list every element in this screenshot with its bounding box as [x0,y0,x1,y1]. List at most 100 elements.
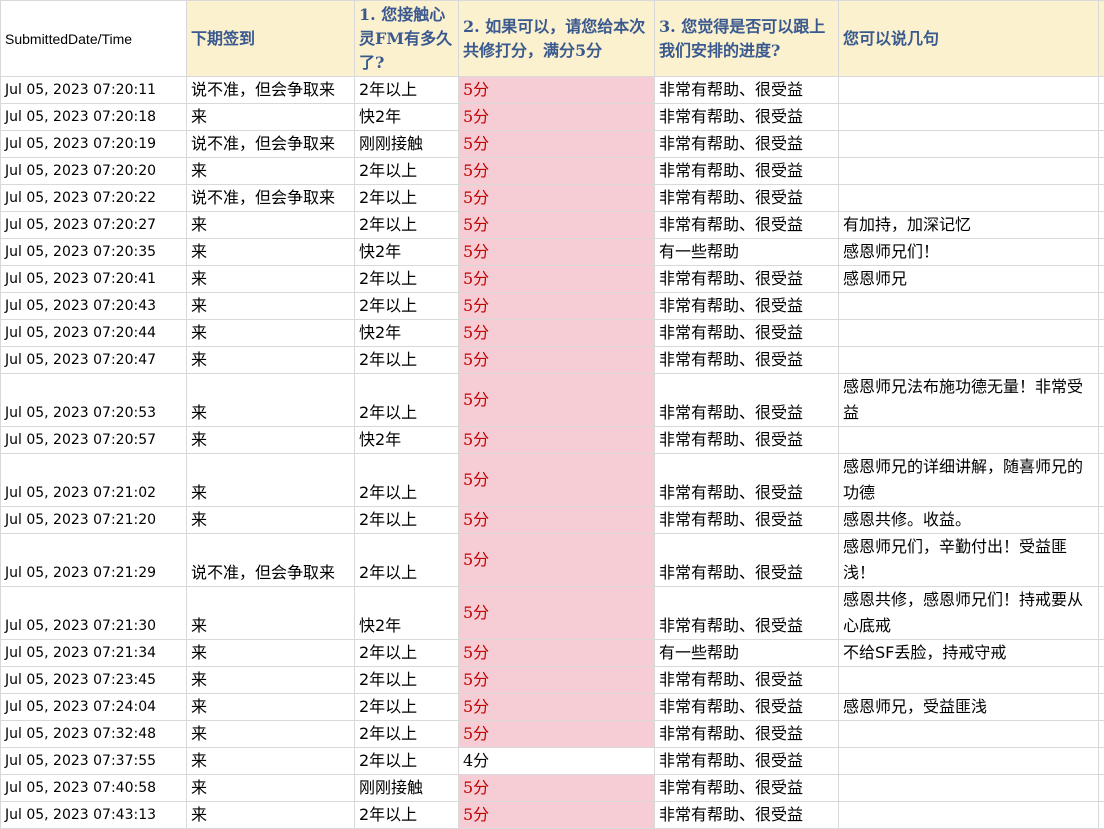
duration-cell[interactable]: 2年以上 [355,347,459,374]
progress-cell[interactable]: 非常有帮助、很受益 [655,507,839,534]
extra-cell[interactable] [1099,775,1104,802]
progress-cell[interactable]: 非常有帮助、很受益 [655,158,839,185]
comment-cell[interactable] [839,427,1099,454]
progress-cell[interactable]: 非常有帮助、很受益 [655,293,839,320]
comment-cell[interactable]: 感恩师兄们！ [839,239,1099,266]
comment-cell[interactable] [839,347,1099,374]
progress-cell[interactable]: 有一些帮助 [655,239,839,266]
extra-cell[interactable] [1099,320,1104,347]
comment-cell[interactable]: 感恩师兄 [839,266,1099,293]
extra-cell[interactable] [1099,667,1104,694]
duration-cell[interactable]: 快2年 [355,320,459,347]
progress-cell[interactable]: 非常有帮助、很受益 [655,694,839,721]
progress-cell[interactable]: 非常有帮助、很受益 [655,374,839,427]
score-cell[interactable]: 5分 [459,374,655,427]
duration-cell[interactable]: 2年以上 [355,640,459,667]
progress-cell[interactable]: 非常有帮助、很受益 [655,266,839,293]
comment-cell[interactable]: 有加持，加深记忆 [839,212,1099,239]
score-cell[interactable]: 5分 [459,507,655,534]
score-cell[interactable]: 5分 [459,534,655,587]
date-cell[interactable]: Jul 05, 2023 07:37:55 [1,748,187,775]
score-cell[interactable]: 5分 [459,640,655,667]
extra-cell[interactable] [1099,158,1104,185]
date-cell[interactable]: Jul 05, 2023 07:21:29 [1,534,187,587]
signin-cell[interactable]: 来 [187,721,355,748]
signin-cell[interactable]: 来 [187,587,355,640]
score-cell[interactable]: 5分 [459,721,655,748]
signin-cell[interactable]: 来 [187,802,355,829]
score-cell[interactable]: 5分 [459,775,655,802]
date-cell[interactable]: Jul 05, 2023 07:20:22 [1,185,187,212]
date-cell[interactable]: Jul 05, 2023 07:20:20 [1,158,187,185]
progress-cell[interactable]: 非常有帮助、很受益 [655,427,839,454]
score-cell[interactable]: 5分 [459,77,655,104]
comment-cell[interactable]: 感恩师兄的详细讲解，随喜师兄的功德 [839,454,1099,507]
date-cell[interactable]: Jul 05, 2023 07:20:43 [1,293,187,320]
header-score[interactable]: 2. 如果可以，请您给本次共修打分，满分5分 [459,1,655,77]
extra-cell[interactable] [1099,266,1104,293]
header-submitted-date[interactable]: SubmittedDate/Time [1,1,187,77]
comment-cell[interactable]: 感恩师兄法布施功德无量！非常受益 [839,374,1099,427]
comment-cell[interactable]: 不给SF丢脸，持戒守戒 [839,640,1099,667]
duration-cell[interactable]: 2年以上 [355,212,459,239]
comment-cell[interactable] [839,104,1099,131]
header-extra[interactable] [1099,1,1104,77]
comment-cell[interactable]: 感恩师兄，受益匪浅 [839,694,1099,721]
comment-cell[interactable] [839,158,1099,185]
date-cell[interactable]: Jul 05, 2023 07:20:11 [1,77,187,104]
duration-cell[interactable]: 2年以上 [355,293,459,320]
progress-cell[interactable]: 非常有帮助、很受益 [655,667,839,694]
signin-cell[interactable]: 来 [187,212,355,239]
date-cell[interactable]: Jul 05, 2023 07:43:13 [1,802,187,829]
header-signin[interactable]: 下期签到 [187,1,355,77]
date-cell[interactable]: Jul 05, 2023 07:32:48 [1,721,187,748]
score-cell[interactable]: 4分 [459,748,655,775]
signin-cell[interactable]: 来 [187,374,355,427]
date-cell[interactable]: Jul 05, 2023 07:20:35 [1,239,187,266]
comment-cell[interactable]: 感恩师兄们，辛勤付出！受益匪浅！ [839,534,1099,587]
extra-cell[interactable] [1099,507,1104,534]
score-cell[interactable]: 5分 [459,158,655,185]
extra-cell[interactable] [1099,239,1104,266]
date-cell[interactable]: Jul 05, 2023 07:20:57 [1,427,187,454]
signin-cell[interactable]: 来 [187,775,355,802]
date-cell[interactable]: Jul 05, 2023 07:21:34 [1,640,187,667]
signin-cell[interactable]: 来 [187,104,355,131]
score-cell[interactable]: 5分 [459,694,655,721]
signin-cell[interactable]: 来 [187,454,355,507]
comment-cell[interactable] [839,748,1099,775]
extra-cell[interactable] [1099,694,1104,721]
progress-cell[interactable]: 非常有帮助、很受益 [655,802,839,829]
extra-cell[interactable] [1099,802,1104,829]
duration-cell[interactable]: 刚刚接触 [355,775,459,802]
extra-cell[interactable] [1099,427,1104,454]
date-cell[interactable]: Jul 05, 2023 07:24:04 [1,694,187,721]
date-cell[interactable]: Jul 05, 2023 07:23:45 [1,667,187,694]
score-cell[interactable]: 5分 [459,104,655,131]
comment-cell[interactable]: 感恩共修，感恩师兄们！持戒要从心底戒 [839,587,1099,640]
header-progress[interactable]: 3. 您觉得是否可以跟上我们安排的进度? [655,1,839,77]
extra-cell[interactable] [1099,131,1104,158]
comment-cell[interactable] [839,185,1099,212]
duration-cell[interactable]: 2年以上 [355,694,459,721]
extra-cell[interactable] [1099,374,1104,427]
score-cell[interactable]: 5分 [459,293,655,320]
duration-cell[interactable]: 快2年 [355,587,459,640]
extra-cell[interactable] [1099,454,1104,507]
extra-cell[interactable] [1099,587,1104,640]
comment-cell[interactable]: 感恩共修。收益。 [839,507,1099,534]
score-cell[interactable]: 5分 [459,587,655,640]
extra-cell[interactable] [1099,104,1104,131]
signin-cell[interactable]: 来 [187,667,355,694]
signin-cell[interactable]: 来 [187,694,355,721]
date-cell[interactable]: Jul 05, 2023 07:20:53 [1,374,187,427]
progress-cell[interactable]: 非常有帮助、很受益 [655,185,839,212]
duration-cell[interactable]: 快2年 [355,239,459,266]
duration-cell[interactable]: 2年以上 [355,721,459,748]
score-cell[interactable]: 5分 [459,802,655,829]
duration-cell[interactable]: 2年以上 [355,534,459,587]
signin-cell[interactable]: 来 [187,239,355,266]
extra-cell[interactable] [1099,77,1104,104]
signin-cell[interactable]: 说不准，但会争取来 [187,534,355,587]
duration-cell[interactable]: 2年以上 [355,454,459,507]
